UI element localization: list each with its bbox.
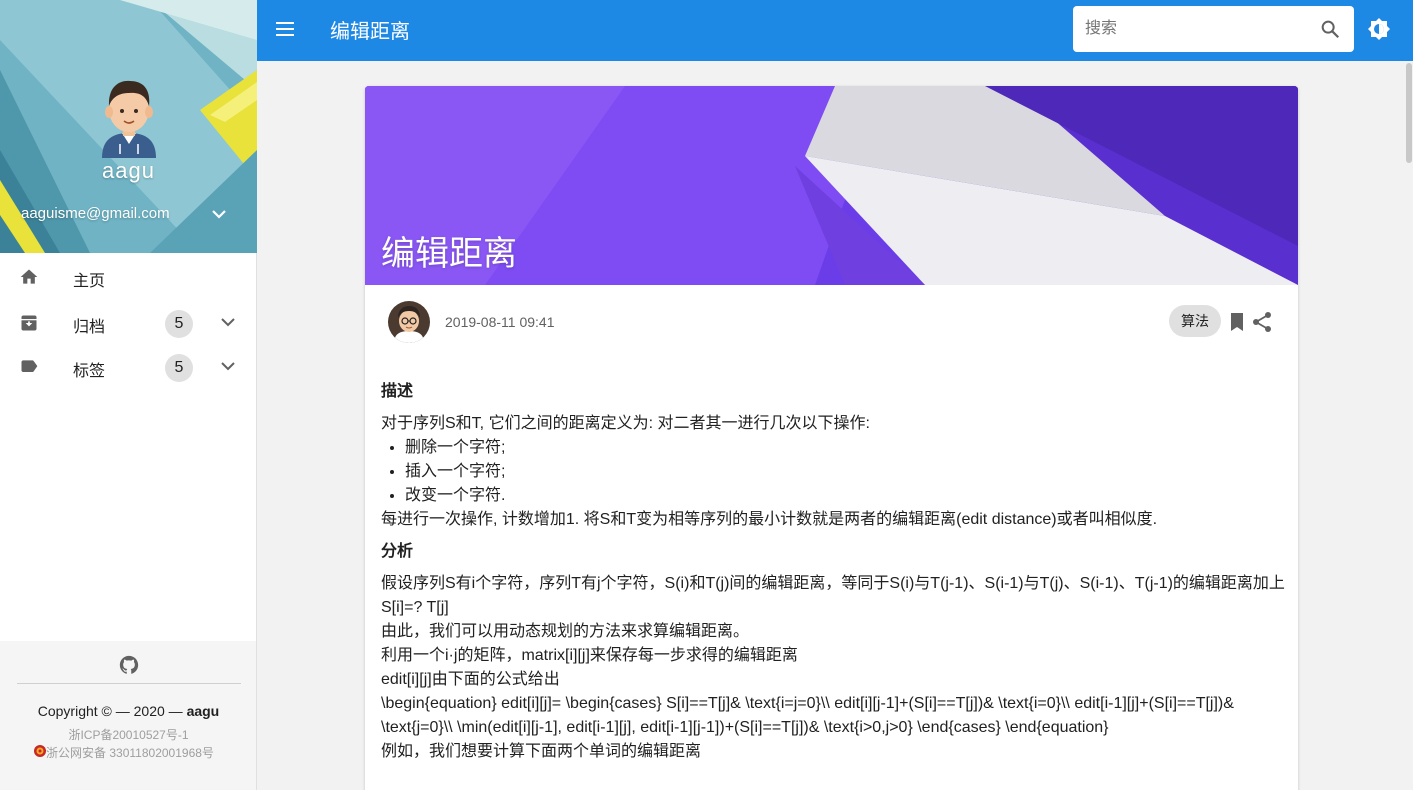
sidebar-item-home[interactable]: 主页: [0, 255, 256, 299]
menu-icon[interactable]: [275, 20, 295, 38]
search-field[interactable]: [1073, 6, 1354, 52]
page-scrollbar[interactable]: [1405, 61, 1413, 790]
navigation-drawer: aagu aaguisme@gmail.com 主页 归档 5 标签 5 Cop…: [0, 0, 257, 790]
chevron-down-icon[interactable]: [220, 316, 236, 328]
scrollbar-thumb[interactable]: [1406, 63, 1412, 163]
sidebar-item-tags[interactable]: 标签 5: [0, 345, 256, 389]
sidebar-item-archive[interactable]: 归档 5: [0, 301, 256, 345]
copyright-owner: aagu: [186, 703, 220, 719]
chevron-down-icon[interactable]: [210, 207, 228, 221]
analysis-paragraph: 假设序列S有i个字符，序列T有j个字符，S(i)和T(j)间的编辑距离，等同于S…: [381, 575, 1285, 616]
post-content: 描述 对于序列S和T, 它们之间的距离定义为: 对二者其一进行几次以下操作: 删…: [381, 380, 1286, 764]
count-badge: 5: [165, 354, 193, 382]
user-name: aagu: [102, 158, 155, 183]
search-input[interactable]: [1085, 14, 1305, 44]
github-icon[interactable]: [119, 655, 139, 675]
post-hero-image: 编辑距离: [365, 86, 1298, 285]
sidebar-item-label: 标签: [73, 363, 106, 380]
share-icon[interactable]: [1252, 311, 1272, 333]
copyright-prefix: Copyright © — 2020 —: [37, 703, 187, 719]
app-bar-title: 编辑距离: [330, 21, 410, 43]
footer-divider: [17, 683, 241, 684]
analysis-paragraph: 由此，我们可以用动态规划的方法来求算编辑距离。: [381, 623, 750, 640]
icp-link[interactable]: 浙ICP备20010527号-1: [0, 726, 257, 743]
list-item: 删除一个字符;: [405, 436, 1286, 460]
post-card: 编辑距离 2019-08-11 09:41 算法 描述 对于序列S和T, 它们之…: [365, 86, 1298, 790]
count-badge: 5: [165, 310, 193, 338]
search-icon[interactable]: [1319, 18, 1341, 40]
drawer-header: aagu aaguisme@gmail.com: [0, 0, 257, 253]
formula-text: \begin{equation} edit[i][j]= \begin{case…: [381, 695, 1234, 736]
label-icon: [21, 360, 38, 372]
theme-toggle-icon[interactable]: [1367, 17, 1391, 41]
tag-chip[interactable]: 算法: [1169, 305, 1221, 337]
sidebar-item-label: 主页: [73, 273, 106, 290]
user-email: aaguisme@gmail.com: [21, 205, 170, 222]
police-record-link[interactable]: 浙公网安备 33011802001968号: [32, 744, 228, 763]
operations-list: 删除一个字符; 插入一个字符; 改变一个字符.: [405, 436, 1286, 508]
analysis-paragraph: 利用一个i·j的矩阵，matrix[i][j]来保存每一步求得的编辑距离: [381, 647, 798, 664]
sidebar-item-label: 归档: [73, 319, 106, 336]
example-paragraph: 例如，我们想要计算下面两个单词的编辑距离: [381, 743, 702, 760]
section-heading-description: 描述: [381, 383, 414, 400]
list-item: 改变一个字符.: [405, 484, 1286, 508]
author-avatar[interactable]: [388, 301, 430, 343]
app-bar: 编辑距离: [257, 0, 1413, 61]
intro-paragraph: 对于序列S和T, 它们之间的距离定义为: 对二者其一进行几次以下操作:: [381, 415, 870, 432]
analysis-paragraph: edit[i][j]由下面的公式给出: [381, 671, 560, 688]
archive-icon: [21, 315, 37, 331]
chevron-down-icon[interactable]: [220, 360, 236, 372]
post-date: 2019-08-11 09:41: [445, 314, 555, 330]
home-icon: [20, 269, 38, 284]
post-title: 编辑距离: [381, 235, 517, 273]
section-heading-analysis: 分析: [381, 543, 414, 560]
summary-paragraph: 每进行一次操作, 计数增加1. 将S和T变为相等序列的最小计数就是两者的编辑距离…: [381, 511, 1158, 528]
drawer-footer: Copyright © — 2020 — aagu 浙ICP备20010527号…: [0, 641, 256, 790]
bookmark-icon[interactable]: [1229, 312, 1245, 332]
list-item: 插入一个字符;: [405, 460, 1286, 484]
copyright-text: Copyright © — 2020 — aagu: [0, 703, 257, 719]
user-avatar[interactable]: [98, 78, 160, 158]
